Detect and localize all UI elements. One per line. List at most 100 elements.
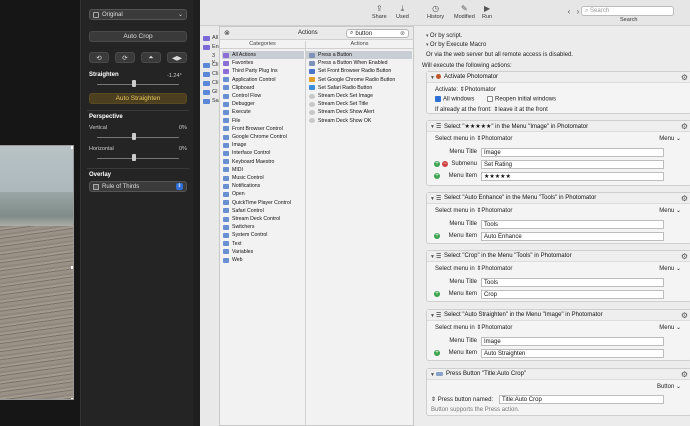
vertical-slider-knob[interactable]: [132, 133, 136, 140]
all-windows-checkbox[interactable]: All windows: [435, 96, 474, 103]
group-label[interactable]: Cli: [212, 80, 218, 86]
disclosure-triangle-icon[interactable]: ▼: [430, 124, 435, 130]
category-item[interactable]: Open: [222, 190, 304, 198]
disclosure-triangle-icon[interactable]: ▼: [430, 75, 435, 81]
group-label[interactable]: All: [212, 35, 218, 41]
menu-title-field[interactable]: Tools: [481, 220, 664, 229]
horizontal-slider-knob[interactable]: [132, 154, 136, 161]
category-item[interactable]: Image: [222, 141, 304, 149]
menu-dropdown[interactable]: Menu ⌄: [659, 135, 681, 142]
straighten-slider[interactable]: [97, 84, 179, 85]
category-item[interactable]: Variables: [222, 248, 304, 256]
group-label[interactable]: Gl: [212, 89, 218, 95]
group-label[interactable]: Cli: [212, 71, 218, 77]
add-icon[interactable]: +: [434, 291, 440, 297]
front-select[interactable]: ⇕leave it at the front: [493, 107, 547, 113]
category-item[interactable]: Debugger: [222, 100, 304, 108]
action-press-button[interactable]: ▼ Press Button "Title:Auto Crop" ⚙ Butto…: [426, 368, 690, 416]
add-icon[interactable]: +: [434, 173, 440, 179]
category-item[interactable]: QuickTime Player Control: [222, 199, 304, 207]
category-item[interactable]: Keyboard Maestro: [222, 158, 304, 166]
action-item[interactable]: Stream Deck Show OK: [306, 117, 412, 125]
category-item[interactable]: Execute: [222, 108, 304, 116]
category-item[interactable]: Switchers: [222, 223, 304, 231]
auto-crop-button[interactable]: Auto Crop: [89, 31, 187, 42]
category-item[interactable]: Text: [222, 240, 304, 248]
horizontal-slider[interactable]: [97, 158, 179, 159]
clear-icon[interactable]: ⊗: [400, 30, 405, 37]
app-select[interactable]: ⇕Photomator: [460, 87, 496, 93]
straighten-slider-knob[interactable]: [132, 80, 136, 87]
auto-straighten-button[interactable]: Auto Straighten: [89, 93, 187, 104]
group-label[interactable]: En: [212, 44, 219, 50]
disclosure-triangle-icon[interactable]: ▼: [430, 254, 435, 260]
flip-horizontal-button[interactable]: ◀▶: [167, 52, 187, 63]
category-item[interactable]: Control Flow: [222, 92, 304, 100]
disclosure-triangle-icon[interactable]: ▼: [430, 313, 435, 319]
category-item[interactable]: All Actions: [222, 51, 304, 59]
category-item[interactable]: System Control: [222, 231, 304, 239]
category-item[interactable]: Interface Control: [222, 149, 304, 157]
menu-dropdown[interactable]: Menu ⌄: [659, 324, 681, 331]
menu-item-field[interactable]: Crop: [481, 290, 664, 299]
category-item[interactable]: Stream Deck Control: [222, 215, 304, 223]
submenu-field[interactable]: Set Rating: [481, 160, 664, 169]
category-item[interactable]: Google Chrome Control: [222, 133, 304, 141]
category-item[interactable]: Safari Control: [222, 207, 304, 215]
flip-vertical-button[interactable]: ⏶: [141, 52, 161, 63]
menu-dropdown[interactable]: Menu ⌄: [659, 265, 681, 272]
add-icon[interactable]: +: [434, 161, 440, 167]
category-item[interactable]: Application Control: [222, 76, 304, 84]
action-item[interactable]: Stream Deck Set Image: [306, 92, 412, 100]
press-named-label[interactable]: ⇕ Press button named:: [431, 396, 493, 403]
action-item[interactable]: Press a Button: [306, 51, 412, 59]
vertical-slider[interactable]: [97, 137, 179, 138]
overlay-select[interactable]: Rule of Thirds ⇕: [89, 181, 187, 192]
menu-dropdown[interactable]: Menu ⌄: [659, 207, 681, 214]
action-select-menu-crop[interactable]: ▼ ☰ Select "Crop" in the Menu "Tools" in…: [426, 250, 690, 302]
gear-icon[interactable]: ⚙: [681, 73, 688, 82]
menu-title-field[interactable]: Image: [481, 148, 664, 157]
app-select[interactable]: ⇕Photomator: [476, 325, 512, 331]
run-button[interactable]: ▶ Run: [482, 4, 492, 20]
history-button[interactable]: ◷ History: [427, 4, 444, 20]
action-item[interactable]: Set Google Chrome Radio Button: [306, 76, 412, 84]
rotate-left-button[interactable]: ⟲: [89, 52, 109, 63]
add-icon[interactable]: +: [434, 350, 440, 356]
gear-icon[interactable]: ⚙: [681, 370, 688, 379]
action-item[interactable]: Stream Deck Set Title: [306, 100, 412, 108]
gear-icon[interactable]: ⚙: [681, 311, 688, 320]
category-item[interactable]: Third Party Plug Ins: [222, 67, 304, 75]
photo-image[interactable]: [0, 145, 74, 400]
search-input[interactable]: ⌕ Search: [581, 6, 674, 16]
element-type-dropdown[interactable]: Button ⌄: [657, 383, 681, 390]
gear-icon[interactable]: ⚙: [681, 194, 688, 203]
action-item[interactable]: Press a Button When Enabled: [306, 59, 412, 67]
menu-item-field[interactable]: Auto Enhance: [481, 232, 664, 241]
modified-button[interactable]: ✎ Modified: [454, 4, 475, 20]
action-item[interactable]: Set Safari Radio Button: [306, 84, 412, 92]
group-label[interactable]: Sa: [212, 98, 219, 104]
menu-title-field[interactable]: Image: [481, 337, 664, 346]
action-item[interactable]: Set Front Browser Radio Button: [306, 67, 412, 75]
menu-title-field[interactable]: Tools: [481, 278, 664, 287]
gear-icon[interactable]: ⚙: [681, 122, 688, 131]
add-icon[interactable]: +: [434, 233, 440, 239]
menu-item-field[interactable]: Auto Straighten: [481, 349, 664, 358]
actions-search-input[interactable]: ⌕ button ⊗: [346, 29, 409, 38]
category-item[interactable]: Clipboard: [222, 84, 304, 92]
rotate-right-button[interactable]: ⟳: [115, 52, 135, 63]
action-select-menu-enhance[interactable]: ▼ ☰ Select "Auto Enhance" in the Menu "T…: [426, 192, 690, 244]
action-select-menu-rating[interactable]: ▼ ☰ Select "★★★★★" in the Menu "Image" i…: [426, 120, 690, 186]
app-select[interactable]: ⇕Photomator: [476, 208, 512, 214]
button-name-field[interactable]: Title:Auto Crop: [499, 395, 664, 404]
group-label[interactable]: Cli: [212, 62, 218, 68]
used-button[interactable]: ⤓ Used: [396, 4, 409, 20]
category-item[interactable]: File: [222, 117, 304, 125]
category-item[interactable]: Front Browser Control: [222, 125, 304, 133]
category-item[interactable]: Notifications: [222, 182, 304, 190]
action-select-menu-straighten[interactable]: ▼ ☰ Select "Auto Straighten" in the Menu…: [426, 309, 690, 361]
share-button[interactable]: ⇪ Share: [372, 4, 387, 20]
close-icon[interactable]: ⊗: [224, 29, 230, 37]
app-select[interactable]: ⇕Photomator: [476, 136, 512, 142]
